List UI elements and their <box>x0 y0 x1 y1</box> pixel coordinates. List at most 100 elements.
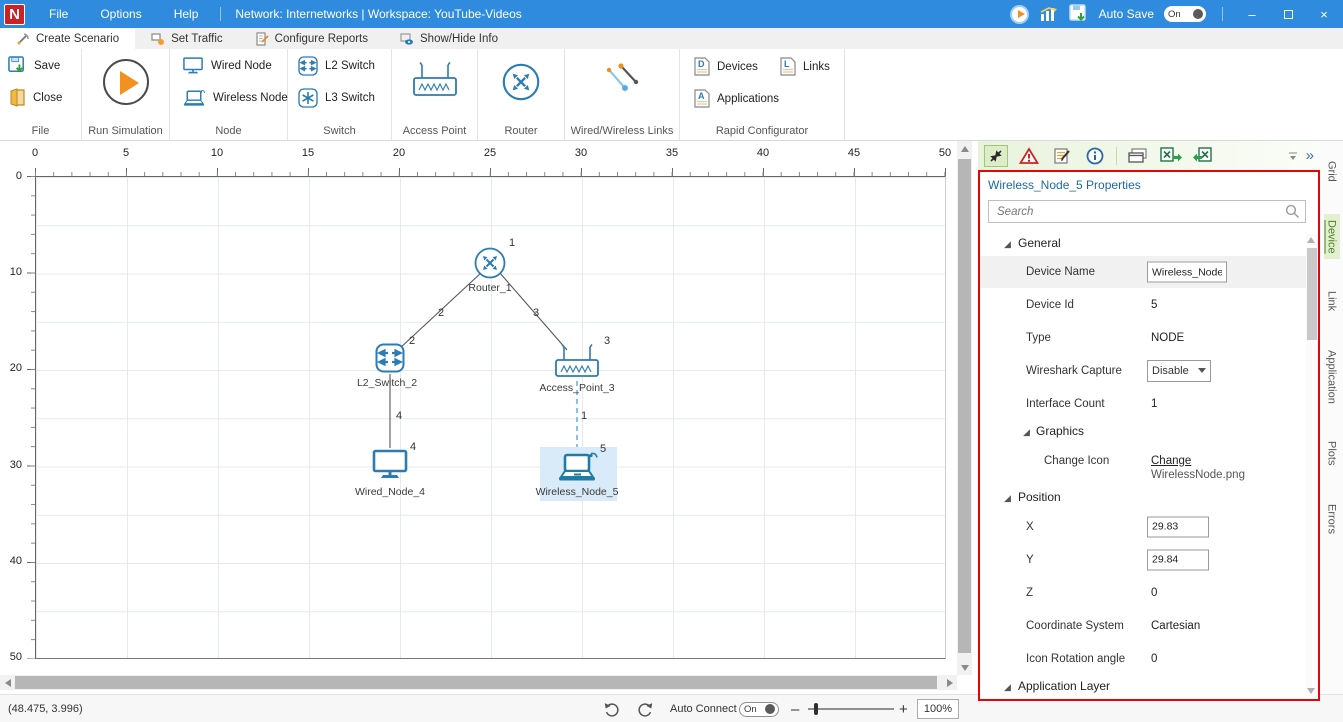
scroll-right-button[interactable] <box>942 675 957 690</box>
section-position[interactable]: ◢ Position <box>980 486 1318 510</box>
rapid-links-button[interactable]: L Links <box>780 57 830 76</box>
run-simulation-quick-icon[interactable] <box>1010 5 1029 24</box>
minimize-button[interactable]: – <box>1239 0 1265 28</box>
wired-node-button[interactable]: Wired Node <box>182 57 272 74</box>
row-type: Type NODE <box>980 321 1318 354</box>
device-label: L2_Switch_2 <box>347 377 427 389</box>
vscroll-thumb[interactable] <box>958 159 971 653</box>
link-label: 3 <box>533 307 539 319</box>
scroll-up-button[interactable] <box>1305 234 1317 246</box>
zoom-level-value[interactable]: 100% <box>917 699 959 719</box>
expand-toolbar-icon[interactable]: » <box>1306 147 1314 164</box>
field-label: Interface Count <box>1026 398 1105 410</box>
save-button[interactable]: Save <box>8 56 60 75</box>
ribbon-group-run: Run Simulation <box>82 49 170 140</box>
close-button[interactable]: × <box>1311 0 1337 28</box>
netsim-window: N File Options Help Network: Internetwor… <box>0 0 1343 722</box>
pin-toolbar-icon[interactable] <box>1288 151 1298 161</box>
canvas-vertical-scrollbar[interactable] <box>957 141 972 675</box>
x-input[interactable] <box>1147 516 1209 537</box>
field-label: X <box>1026 521 1034 533</box>
select-collapse-tool[interactable] <box>984 145 1008 167</box>
network-canvas[interactable]: 0 5 10 15 20 25 30 35 40 45 50 0 10 20 3… <box>0 141 957 675</box>
quick-save-icon[interactable] <box>1069 4 1089 24</box>
l3-switch-button[interactable]: L3 Switch <box>298 88 375 108</box>
tab-set-traffic[interactable]: Set Traffic <box>135 28 239 49</box>
redo-button[interactable] <box>636 695 655 722</box>
menu-options[interactable]: Options <box>84 0 157 28</box>
zoom-out-button[interactable]: – <box>791 695 799 722</box>
field-value: 5 <box>1151 299 1157 311</box>
undo-button[interactable] <box>602 695 621 722</box>
link-label: 4 <box>396 410 402 422</box>
row-device-id: Device Id 5 <box>980 288 1318 321</box>
section-general[interactable]: ◢ General <box>980 232 1318 256</box>
device-wireless-node-5[interactable] <box>556 451 598 488</box>
export-to-excel-tool[interactable] <box>1159 145 1183 167</box>
side-tab-link[interactable]: Link <box>1324 285 1340 317</box>
ribbon: Save Close File Run Simulation <box>0 49 1343 141</box>
device-name-input[interactable] <box>1147 262 1227 283</box>
wireless-node-button[interactable]: Wireless Node <box>182 89 288 107</box>
change-icon-link[interactable]: Change <box>1151 455 1191 467</box>
section-application-layer[interactable]: ◢ Application Layer <box>980 675 1318 699</box>
device-wired-node-4[interactable] <box>371 449 409 484</box>
scroll-up-button[interactable] <box>957 141 972 156</box>
links-doc-icon: L <box>780 57 796 76</box>
side-tab-plots[interactable]: Plots <box>1324 435 1340 471</box>
close-button[interactable]: Close <box>8 88 62 107</box>
device-id-badge: 4 <box>410 441 416 453</box>
zoom-slider-track[interactable] <box>808 708 894 710</box>
wired-wireless-links-button[interactable] <box>602 61 642 106</box>
device-router-1[interactable] <box>474 247 506 284</box>
tab-configure-reports[interactable]: Configure Reports <box>239 28 384 49</box>
y-input[interactable] <box>1147 549 1209 570</box>
section-label: General <box>1018 236 1061 250</box>
auto-save-toggle[interactable]: On <box>1164 6 1206 22</box>
zoom-slider-thumb[interactable] <box>814 703 818 715</box>
side-tab-strip: Grid Device Link Application Plots Error… <box>1320 141 1343 701</box>
tab-show-hide-info[interactable]: Show/Hide Info <box>384 28 514 49</box>
wireshark-capture-select[interactable]: Disable <box>1147 360 1211 382</box>
rapid-links-label: Links <box>803 61 830 73</box>
l3-switch-label: L3 Switch <box>325 92 375 104</box>
side-tab-grid[interactable]: Grid <box>1324 155 1340 188</box>
device-l2-switch-2[interactable] <box>375 343 405 378</box>
warnings-tool[interactable] <box>1017 145 1041 167</box>
results-chart-icon[interactable] <box>1039 5 1059 23</box>
notes-tool[interactable] <box>1050 145 1074 167</box>
section-graphics[interactable]: ◢ Graphics <box>980 420 1318 444</box>
search-input[interactable] <box>988 200 1306 223</box>
rapid-applications-button[interactable]: A Applications <box>694 89 779 108</box>
side-tab-application[interactable]: Application <box>1324 344 1340 410</box>
scroll-down-button[interactable] <box>957 660 972 675</box>
access-point-button[interactable] <box>411 59 459 104</box>
cascade-windows-tool[interactable] <box>1126 145 1150 167</box>
scroll-down-button[interactable] <box>1305 685 1317 697</box>
restore-icon <box>1284 10 1293 19</box>
hscroll-thumb[interactable] <box>15 676 937 689</box>
info-tool[interactable] <box>1083 145 1107 167</box>
restore-button[interactable] <box>1275 0 1301 28</box>
canvas-horizontal-scrollbar[interactable] <box>0 675 957 690</box>
l2-switch-button[interactable]: L2 Switch <box>298 56 375 76</box>
auto-connect-toggle[interactable]: On <box>739 702 779 717</box>
menu-help[interactable]: Help <box>158 0 215 28</box>
rapid-devices-button[interactable]: D Devices <box>694 57 758 76</box>
svg-text:L: L <box>784 59 790 69</box>
titlebar-separator <box>1222 7 1223 21</box>
zoom-in-button[interactable]: + <box>899 695 908 722</box>
router-button[interactable] <box>502 63 540 106</box>
tab-create-scenario[interactable]: Create Scenario <box>0 28 135 49</box>
wired-node-label: Wired Node <box>211 60 272 72</box>
menu-file[interactable]: File <box>33 0 84 28</box>
side-tab-device[interactable]: Device <box>1324 214 1340 260</box>
scroll-left-button[interactable] <box>0 675 15 690</box>
import-from-excel-tool[interactable] <box>1192 145 1216 167</box>
side-tab-errors[interactable]: Errors <box>1324 498 1340 540</box>
properties-scrollbar[interactable] <box>1306 234 1318 697</box>
run-simulation-button[interactable] <box>103 59 149 105</box>
pscroll-thumb[interactable] <box>1307 248 1317 340</box>
topology-links[interactable] <box>0 141 957 675</box>
device-access-point-3[interactable] <box>553 343 601 384</box>
